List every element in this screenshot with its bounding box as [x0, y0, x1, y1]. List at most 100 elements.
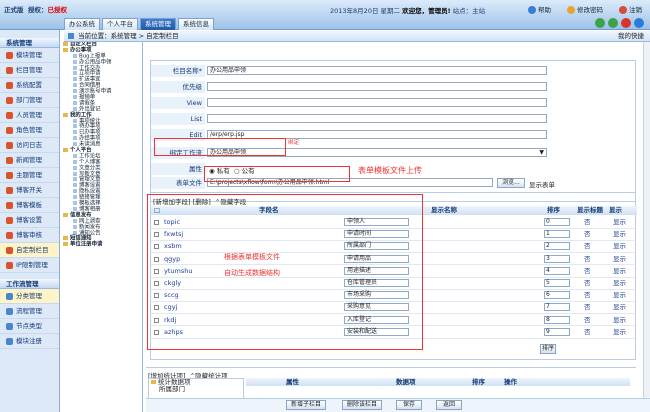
- field-show-title[interactable]: 否: [584, 291, 591, 300]
- field-display[interactable]: 显示: [613, 291, 626, 300]
- sidebar-item[interactable]: 流程管理: [0, 304, 59, 319]
- sidebar-item-label: 人员管理: [16, 111, 42, 119]
- tab-0[interactable]: 办公系统: [64, 18, 100, 30]
- shortcut-link[interactable]: 我的快捷: [618, 31, 644, 41]
- logout-icon: [619, 6, 627, 14]
- station-value: 主站: [472, 7, 486, 15]
- add-subcolumn-button[interactable]: 新增子栏目: [286, 400, 326, 410]
- field-sort-input[interactable]: 7: [544, 303, 570, 312]
- field-show-title[interactable]: 否: [584, 267, 591, 276]
- sidebar-item[interactable]: 博客审核: [0, 228, 59, 243]
- sidebar-item[interactable]: 系统配置: [0, 78, 59, 93]
- stats-action-header: 操作: [504, 378, 517, 386]
- sidebar-item-label: 部门管理: [16, 96, 42, 104]
- sidebar-item[interactable]: 新闻管理: [0, 153, 59, 168]
- field-show-title[interactable]: 否: [584, 303, 591, 312]
- sidebar-item[interactable]: IP限制管理: [0, 258, 59, 273]
- field-show-title[interactable]: 否: [584, 230, 591, 239]
- sidebar-item-label: 博客模板: [16, 201, 42, 209]
- sidebar-section-workflow[interactable]: 工作流管理: [0, 279, 59, 289]
- attribute-label: 属性: [151, 163, 205, 175]
- field-sort-input[interactable]: 3: [544, 254, 570, 263]
- sidebar-section-system[interactable]: 系统管理: [0, 38, 59, 48]
- sidebar-item[interactable]: 角色管理: [0, 123, 59, 138]
- stats-sort-header: 排序: [472, 378, 485, 386]
- back-button[interactable]: 返回: [436, 400, 462, 410]
- change-password-link[interactable]: 修改密码: [567, 4, 603, 14]
- list-input[interactable]: [207, 114, 547, 123]
- sidebar-item[interactable]: 栏目管理: [0, 63, 59, 78]
- sidebar-item[interactable]: 模块管理: [0, 48, 59, 63]
- field-sort-input[interactable]: 4: [544, 266, 570, 275]
- field-display[interactable]: 显示: [613, 255, 626, 264]
- sidebar-item[interactable]: 人员管理: [0, 108, 59, 123]
- stop-icon[interactable]: [621, 18, 631, 28]
- sidebar-item[interactable]: 节点类型: [0, 319, 59, 334]
- sidebar-item[interactable]: 博客设置: [0, 213, 59, 228]
- field-sort-input[interactable]: 1: [544, 230, 570, 239]
- field-sort-input[interactable]: 9: [544, 327, 570, 336]
- nav-icons: [595, 18, 644, 28]
- main-scrollbar[interactable]: [643, 42, 650, 412]
- top-links: 帮助 修改密码 注销: [528, 4, 642, 14]
- tab-2[interactable]: 系统管理: [140, 18, 176, 30]
- logout-link[interactable]: 注销: [619, 4, 642, 14]
- back-icon[interactable]: [595, 18, 605, 28]
- help-label: 帮助: [538, 6, 551, 14]
- save-button[interactable]: 保存: [396, 400, 422, 410]
- field-show-title[interactable]: 否: [584, 316, 591, 325]
- forward-icon[interactable]: [608, 18, 618, 28]
- category-icon: [6, 292, 13, 300]
- chevron-down-icon: ▼: [539, 149, 544, 156]
- name-input[interactable]: 办公用品申领: [207, 66, 547, 75]
- show-form-link[interactable]: 显示表单: [529, 179, 555, 189]
- field-show-title[interactable]: 否: [584, 328, 591, 337]
- sidebar-item-custom-column[interactable]: 自定制栏目: [0, 243, 59, 258]
- sidebar-item[interactable]: 博客开关: [0, 183, 59, 198]
- sidebar-item[interactable]: 访问日志: [0, 138, 59, 153]
- field-show-title[interactable]: 否: [584, 242, 591, 251]
- stats-tree-child[interactable]: 所属部门: [149, 386, 243, 393]
- sidebar: 系统管理 模块管理 栏目管理 系统配置 部门管理 人员管理 角色管理 访问日志 …: [0, 30, 60, 412]
- license-value: 已授权: [47, 6, 68, 14]
- sidebar-item[interactable]: 分类管理: [0, 289, 59, 304]
- field-display[interactable]: 显示: [613, 242, 626, 251]
- field-display[interactable]: 显示: [613, 267, 626, 276]
- view-input[interactable]: [207, 98, 547, 107]
- field-show-title[interactable]: 否: [584, 279, 591, 288]
- field-display[interactable]: 显示: [613, 328, 626, 337]
- sidebar-item-label: 系统配置: [16, 81, 42, 89]
- field-sort-input[interactable]: 6: [544, 291, 570, 300]
- tab-1[interactable]: 个人平台: [102, 18, 138, 30]
- browse-button[interactable]: 浏览...: [497, 178, 525, 188]
- field-sort-input[interactable]: 2: [544, 242, 570, 251]
- help-link[interactable]: 帮助: [528, 4, 551, 14]
- refresh-icon[interactable]: [634, 18, 644, 28]
- priority-input[interactable]: [207, 82, 547, 91]
- field-display[interactable]: 显示: [613, 218, 626, 227]
- sidebar-item[interactable]: 博客模板: [0, 198, 59, 213]
- sort-button[interactable]: 排序: [540, 344, 556, 354]
- welcome-text: 欢迎您，管理员!: [402, 7, 451, 15]
- form-row-list: List: [151, 113, 637, 125]
- field-show-title[interactable]: 否: [584, 255, 591, 264]
- sidebar-item[interactable]: 模块注册: [0, 334, 59, 349]
- blog-template-icon: [6, 201, 13, 209]
- tree-node[interactable]: 单位注册申请: [61, 242, 142, 248]
- field-sort-input[interactable]: 8: [544, 315, 570, 324]
- breadcrumb-prefix: 当前位置：: [78, 32, 111, 40]
- sidebar-item[interactable]: 部门管理: [0, 93, 59, 108]
- brand: 正式版 授权：已授权: [4, 4, 67, 14]
- field-sort-input[interactable]: 0: [544, 218, 570, 226]
- field-show-title[interactable]: 否: [584, 218, 591, 227]
- license-label: 授权：: [28, 6, 48, 14]
- field-display[interactable]: 显示: [613, 303, 626, 312]
- tab-3[interactable]: 系统信息: [178, 18, 214, 30]
- field-display[interactable]: 显示: [613, 279, 626, 288]
- sidebar-item[interactable]: 主题管理: [0, 168, 59, 183]
- field-display[interactable]: 显示: [613, 230, 626, 239]
- field-display[interactable]: 显示: [613, 316, 626, 325]
- news-icon: [6, 156, 13, 164]
- field-sort-input[interactable]: 5: [544, 279, 570, 287]
- delete-column-button[interactable]: 删除该栏目: [342, 400, 382, 410]
